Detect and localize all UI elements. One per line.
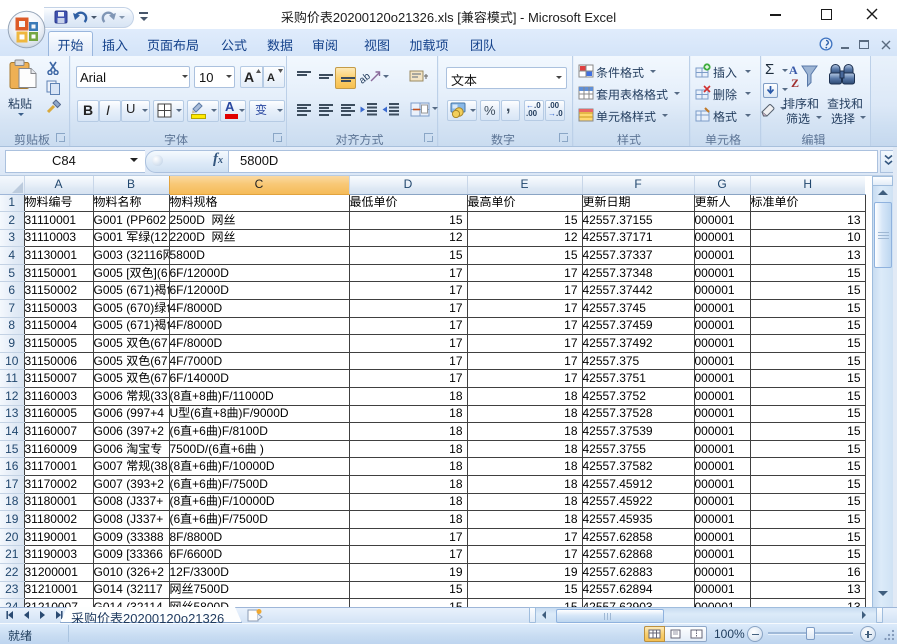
svg-text:A: A xyxy=(789,63,798,77)
svg-text:Z: Z xyxy=(791,76,799,89)
svg-text:ab: ab xyxy=(360,71,373,86)
